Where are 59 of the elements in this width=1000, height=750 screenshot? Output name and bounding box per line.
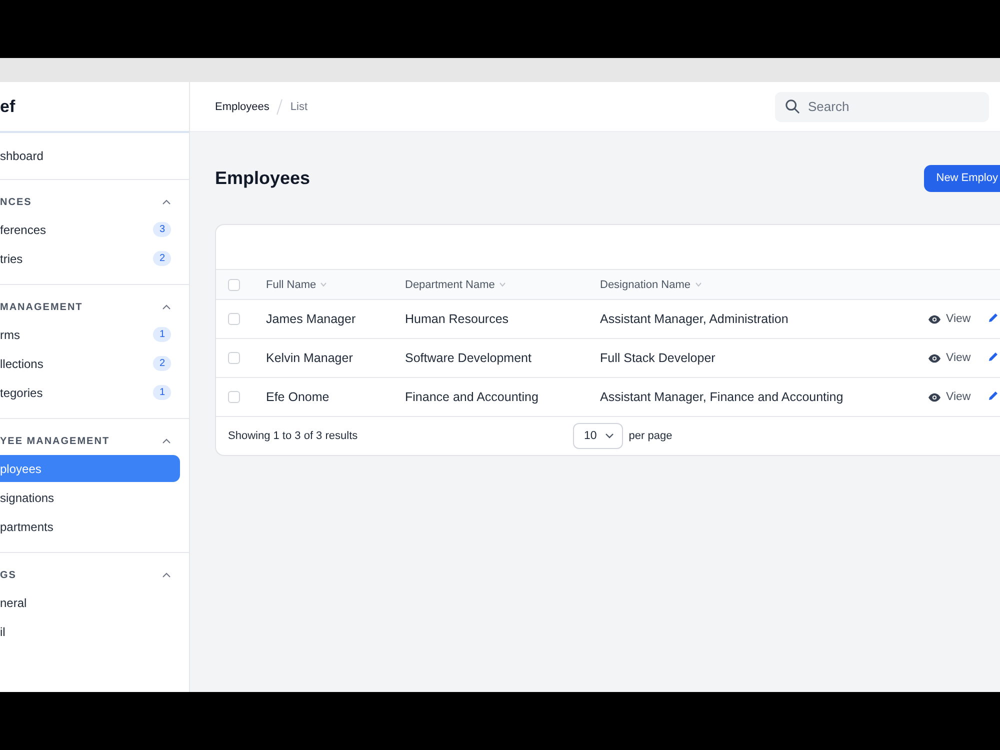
sidebar-item[interactable]: partments xyxy=(0,513,180,540)
eye-icon xyxy=(928,314,941,324)
group-header[interactable]: MANAGEMENT xyxy=(0,295,189,319)
brand-name: ef xyxy=(0,96,16,116)
breadcrumb-link[interactable]: Employees xyxy=(215,100,270,112)
count-badge: 2 xyxy=(153,356,171,371)
row-checkbox[interactable] xyxy=(228,352,240,364)
sidebar-item[interactable]: signations xyxy=(0,484,180,511)
sidebar-item[interactable]: neral xyxy=(0,589,180,616)
pencil-icon[interactable] xyxy=(988,351,999,362)
new-employee-button[interactable]: New Employ xyxy=(924,164,1000,192)
view-link[interactable]: View xyxy=(928,391,988,403)
view-link[interactable]: View xyxy=(928,313,988,325)
select-all-checkbox[interactable] xyxy=(228,278,240,290)
table-cell: Software Development xyxy=(405,351,532,365)
sidebar-item[interactable]: ployees xyxy=(0,455,180,482)
column-header[interactable]: Full Name xyxy=(266,278,405,290)
group-header[interactable]: YEE MANAGEMENT xyxy=(0,429,189,453)
eye-icon xyxy=(928,392,941,402)
table-cell: Full Stack Developer xyxy=(600,351,716,365)
column-header[interactable]: Department Name xyxy=(405,278,600,290)
sidebar-item[interactable]: tries 2 xyxy=(0,245,180,272)
view-link[interactable]: View xyxy=(928,352,988,364)
table-cell: Finance and Accounting xyxy=(405,390,538,404)
pencil-icon[interactable] xyxy=(988,390,999,401)
column-header[interactable]: Designation Name xyxy=(600,278,928,290)
group-header[interactable]: NCES xyxy=(0,190,189,214)
count-badge: 1 xyxy=(153,327,171,342)
pencil-icon[interactable] xyxy=(988,312,999,323)
per-page-label: per page xyxy=(628,430,672,442)
breadcrumb-link[interactable]: List xyxy=(290,100,308,112)
page-title: Employees xyxy=(215,168,310,188)
chevron-up-icon[interactable] xyxy=(162,572,171,578)
results-summary: Showing 1 to 3 of 3 results xyxy=(228,430,359,442)
chevron-down-icon xyxy=(604,433,614,439)
sidebar-item[interactable]: tegories 1 xyxy=(0,379,180,406)
table-cell: Efe Onome xyxy=(266,390,330,404)
table-cell: Kelvin Manager xyxy=(266,351,353,365)
sidebar-item[interactable]: ferences 3 xyxy=(0,216,180,243)
table-cell: James Manager xyxy=(266,312,356,326)
group-header[interactable]: GS xyxy=(0,563,189,587)
sidebar-item[interactable]: il xyxy=(0,618,180,645)
chevron-up-icon[interactable] xyxy=(162,199,171,205)
count-badge: 2 xyxy=(153,251,171,266)
count-badge: 3 xyxy=(153,222,171,237)
row-checkbox[interactable] xyxy=(228,391,240,403)
row-checkbox[interactable] xyxy=(228,313,240,325)
count-badge: 1 xyxy=(153,385,171,400)
search-field[interactable]: Search xyxy=(775,92,989,122)
table-cell: Assistant Manager, Administration xyxy=(600,312,788,326)
sidebar-item[interactable]: rms 1 xyxy=(0,321,180,348)
table-cell: Assistant Manager, Finance and Accounting xyxy=(600,390,844,404)
chevron-up-icon[interactable] xyxy=(162,304,171,310)
per-page-select[interactable]: 10 xyxy=(573,423,623,449)
eye-icon xyxy=(928,354,941,362)
sidebar-item[interactable]: shboard xyxy=(0,133,189,179)
table-cell: Human Resources xyxy=(405,312,509,326)
sidebar-item[interactable]: llections 2 xyxy=(0,350,180,377)
chevron-up-icon[interactable] xyxy=(162,438,171,444)
